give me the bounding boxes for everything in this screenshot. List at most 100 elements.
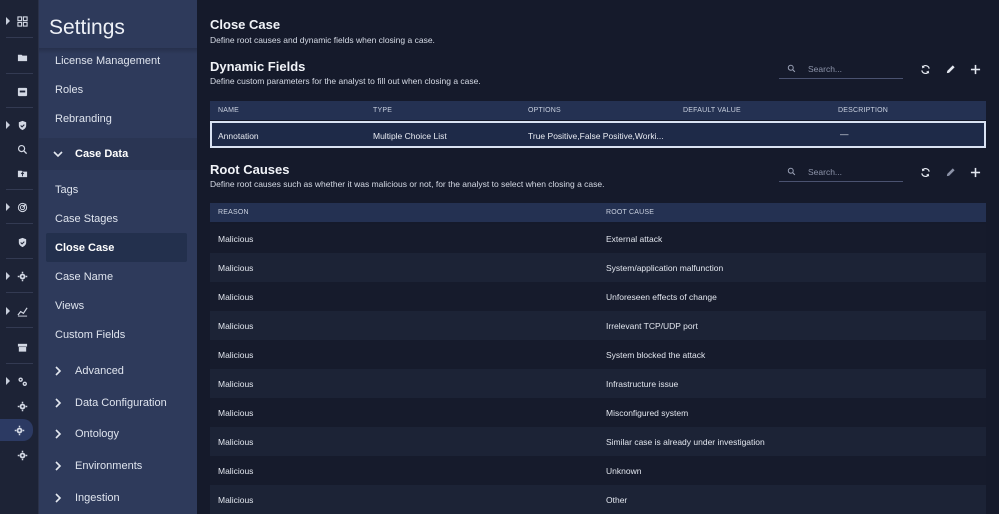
settings-icon bbox=[14, 425, 24, 435]
nav-group-advanced[interactable]: Advanced bbox=[39, 355, 197, 387]
root-causes-table-header: REASON ROOT CAUSE bbox=[210, 203, 986, 222]
inbox-icon bbox=[17, 87, 27, 96]
nav-group-label: Case Data bbox=[75, 148, 129, 160]
nav-group-ingestion[interactable]: Ingestion bbox=[39, 482, 197, 514]
expand-caret-icon[interactable] bbox=[6, 203, 10, 211]
table-row[interactable]: Malicious Other bbox=[210, 485, 986, 514]
grid-icon bbox=[16, 15, 28, 27]
pencil-icon bbox=[946, 64, 955, 73]
expand-caret-icon[interactable] bbox=[6, 17, 10, 25]
column-header-description[interactable]: DESCRIPTION bbox=[838, 107, 888, 114]
column-header-default-value[interactable]: DEFAULT VALUE bbox=[683, 107, 741, 114]
column-header-options[interactable]: OPTIONS bbox=[528, 107, 561, 114]
nav-item-views[interactable]: Views bbox=[46, 291, 187, 320]
table-row[interactable]: Malicious Unforeseen effects of change bbox=[210, 282, 986, 311]
refresh-button[interactable] bbox=[918, 165, 932, 179]
search-icon bbox=[17, 144, 27, 154]
nav-item-close-case[interactable]: Close Case bbox=[46, 233, 187, 262]
nav-item-tags[interactable]: Tags bbox=[46, 175, 187, 204]
table-row[interactable]: Annotation Multiple Choice List True Pos… bbox=[210, 121, 986, 148]
shield-check-icon bbox=[18, 120, 26, 130]
column-header-type[interactable]: TYPE bbox=[373, 107, 392, 114]
cell-reason: Malicious bbox=[218, 234, 254, 244]
nav-group-case-data[interactable]: Case Data bbox=[39, 138, 197, 170]
search-input[interactable] bbox=[808, 63, 898, 74]
add-button[interactable] bbox=[968, 165, 982, 179]
table-row[interactable]: Malicious Similar case is already under … bbox=[210, 427, 986, 456]
nav-item-case-stages[interactable]: Case Stages bbox=[46, 204, 187, 233]
rail-settings-alt[interactable] bbox=[0, 395, 39, 417]
cell-root-cause: Unknown bbox=[606, 466, 642, 476]
nav-group-environments[interactable]: Environments bbox=[39, 450, 197, 482]
column-header-name[interactable]: NAME bbox=[218, 107, 239, 114]
table-row[interactable]: Malicious System/application malfunction bbox=[210, 253, 986, 282]
refresh-button[interactable] bbox=[918, 62, 932, 76]
nav-group-data-configuration[interactable]: Data Configuration bbox=[39, 387, 197, 419]
rail-admin[interactable] bbox=[0, 370, 39, 392]
nav-item-custom-fields[interactable]: Custom Fields bbox=[46, 320, 187, 349]
cell-root-cause: Misconfigured system bbox=[606, 408, 689, 418]
table-row[interactable]: Malicious External attack bbox=[210, 224, 986, 253]
rail-files[interactable] bbox=[0, 162, 39, 184]
rail-dashboard[interactable] bbox=[0, 10, 39, 32]
root-causes-subtitle: Define root causes such as whether it wa… bbox=[210, 179, 605, 189]
table-row[interactable]: Malicious Unknown bbox=[210, 456, 986, 485]
column-header-reason[interactable]: REASON bbox=[218, 209, 249, 216]
chevron-right-icon bbox=[55, 461, 62, 471]
rail-search[interactable] bbox=[0, 138, 39, 160]
cell-root-cause: System/application malfunction bbox=[606, 263, 724, 273]
rail-more-settings[interactable] bbox=[0, 444, 39, 466]
search-icon bbox=[787, 167, 796, 176]
cell-reason: Malicious bbox=[218, 495, 254, 505]
cell-type: Multiple Choice List bbox=[373, 131, 447, 141]
table-row[interactable]: Malicious Infrastructure issue bbox=[210, 369, 986, 398]
cell-root-cause: External attack bbox=[606, 234, 663, 244]
edit-button[interactable] bbox=[943, 165, 957, 179]
nav-item-license-management[interactable]: License Management bbox=[46, 46, 187, 75]
search-input[interactable] bbox=[808, 166, 898, 177]
icon-rail bbox=[0, 0, 39, 514]
page-title: Close Case bbox=[210, 17, 281, 32]
expand-caret-icon[interactable] bbox=[6, 377, 10, 385]
nav-item-rebranding[interactable]: Rebranding bbox=[46, 104, 187, 133]
root-causes-search[interactable] bbox=[779, 162, 903, 182]
gears-icon bbox=[17, 376, 27, 386]
cell-options: True Positive,False Positive,Worki... bbox=[528, 131, 664, 141]
nav-item-case-name[interactable]: Case Name bbox=[46, 262, 187, 291]
dynamic-fields-search[interactable] bbox=[779, 59, 903, 79]
folder-icon bbox=[17, 54, 27, 61]
refresh-icon bbox=[920, 64, 930, 74]
folder-upload-icon bbox=[17, 170, 27, 177]
cell-description: — bbox=[840, 129, 849, 139]
nav-group-label: Data Configuration bbox=[75, 397, 167, 409]
rail-config[interactable] bbox=[0, 265, 39, 287]
chevron-right-icon bbox=[55, 493, 62, 503]
expand-caret-icon[interactable] bbox=[6, 307, 10, 315]
edit-button[interactable] bbox=[943, 62, 957, 76]
rail-security[interactable] bbox=[0, 114, 39, 136]
rail-protection[interactable] bbox=[0, 231, 39, 253]
nav-group-ontology[interactable]: Ontology bbox=[39, 418, 197, 450]
cell-reason: Malicious bbox=[218, 321, 254, 331]
table-row[interactable]: Malicious System blocked the attack bbox=[210, 340, 986, 369]
table-row[interactable]: Malicious Misconfigured system bbox=[210, 398, 986, 427]
gear-icon bbox=[17, 271, 27, 281]
cell-root-cause: Irrelevant TCP/UDP port bbox=[606, 321, 698, 331]
nav-group-label: Ingestion bbox=[75, 492, 120, 504]
nav-item-roles[interactable]: Roles bbox=[46, 75, 187, 104]
rail-archive[interactable] bbox=[0, 336, 39, 358]
rail-settings[interactable] bbox=[0, 419, 33, 441]
rail-cases[interactable] bbox=[0, 46, 39, 68]
rail-detection[interactable] bbox=[0, 196, 39, 218]
column-header-root-cause[interactable]: ROOT CAUSE bbox=[606, 209, 654, 216]
table-row[interactable]: Malicious Irrelevant TCP/UDP port bbox=[210, 311, 986, 340]
expand-caret-icon[interactable] bbox=[6, 121, 10, 129]
settings-nav: Settings License Management Roles Rebran… bbox=[39, 0, 197, 514]
add-button[interactable] bbox=[968, 62, 982, 76]
dynamic-fields-subtitle: Define custom parameters for the analyst… bbox=[210, 76, 481, 86]
rail-inbox[interactable] bbox=[0, 80, 39, 102]
rail-reports[interactable] bbox=[0, 300, 39, 322]
expand-caret-icon[interactable] bbox=[6, 272, 10, 280]
chevron-right-icon bbox=[55, 366, 62, 376]
cell-reason: Malicious bbox=[218, 292, 254, 302]
